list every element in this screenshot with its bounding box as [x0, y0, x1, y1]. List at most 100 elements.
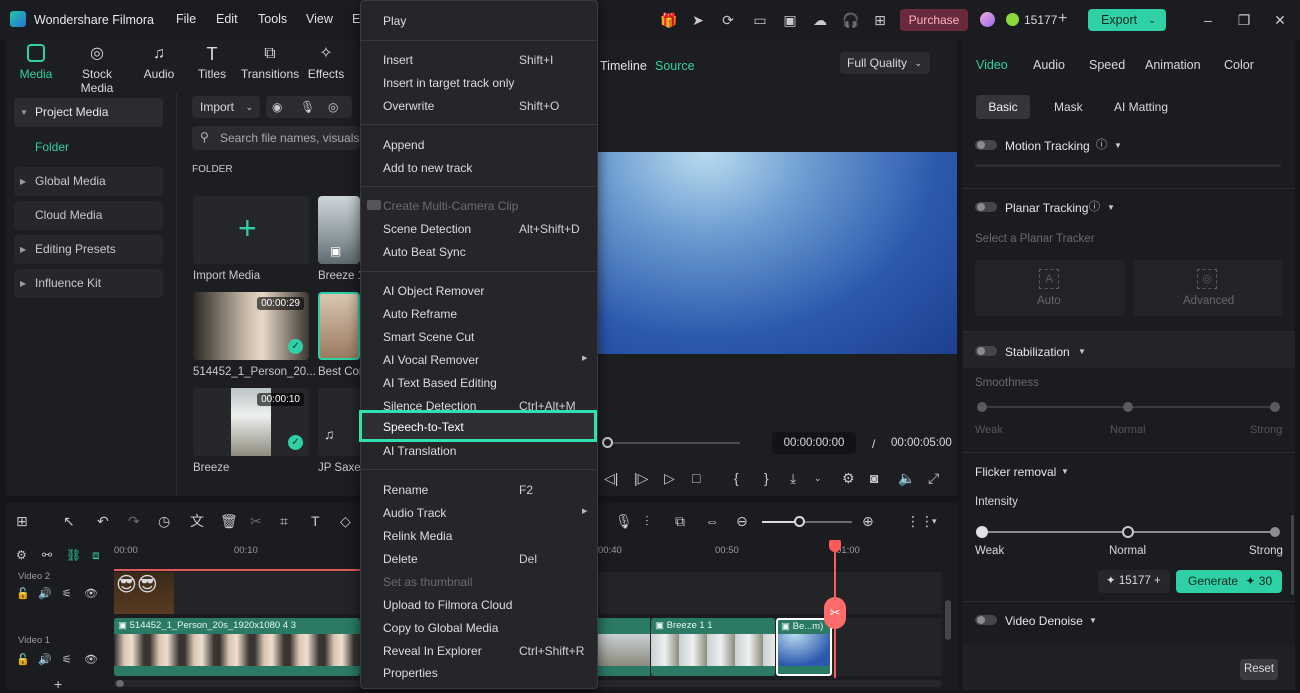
menu-item-overwrite[interactable]: Overwrite [383, 99, 434, 113]
menu-item-delete[interactable]: Delete [383, 552, 418, 566]
eye-icon[interactable]: 👁 [84, 653, 98, 666]
caret-down-icon[interactable]: ▼ [1089, 613, 1097, 629]
tab-source[interactable]: Source [655, 59, 695, 73]
help-icon[interactable]: ⓘ [1089, 199, 1100, 215]
reset-button[interactable]: Reset [1240, 659, 1278, 680]
chevron-down-icon[interactable]: ⌄ [814, 470, 822, 486]
intensity-stop-strong[interactable] [1270, 527, 1280, 537]
previous-frame-icon[interactable]: ◁| [604, 470, 618, 486]
menu-item-ai-object-remover[interactable]: AI Object Remover [383, 284, 484, 298]
smoothness-stop-weak[interactable] [977, 402, 987, 412]
menu-item-ai-text-editing[interactable]: AI Text Based Editing [383, 376, 497, 390]
playback-scrubber[interactable] [606, 442, 740, 444]
menu-item-auto-reframe[interactable]: Auto Reframe [383, 307, 457, 321]
menu-item-add-new-track[interactable]: Add to new track [383, 161, 472, 175]
menu-item-speech-to-text[interactable]: Speech-to-Text [359, 410, 597, 442]
tab-titles[interactable]: T Titles [192, 44, 232, 81]
menu-item-copy-global-media[interactable]: Copy to Global Media [383, 621, 498, 635]
properties-scrollbar[interactable] [1291, 515, 1294, 595]
grid-icon[interactable]: ⊞ [872, 12, 888, 28]
menu-item-rename[interactable]: Rename [383, 483, 428, 497]
tab-animation[interactable]: Animation [1145, 58, 1201, 72]
search-box[interactable]: ⚲ Search file names, visuals, a [192, 126, 373, 150]
minimize-icon[interactable]: – [1200, 12, 1216, 28]
media-thumbnail[interactable]: ▣ [318, 196, 360, 264]
volume-icon[interactable]: 🔊 [38, 587, 52, 600]
play-icon[interactable]: ▷ [664, 470, 675, 486]
split-scissors-icon[interactable]: ✂ [824, 597, 846, 629]
text-ai-icon[interactable]: 文 [190, 513, 204, 529]
lock-icon[interactable]: 🔓 [16, 587, 30, 600]
unlink-icon[interactable]: ⚯ [42, 547, 52, 563]
snapshot-icon[interactable]: ◙ [870, 470, 878, 486]
menu-item-reveal-explorer[interactable]: Reveal In Explorer [383, 644, 482, 658]
tab-speed[interactable]: Speed [1089, 58, 1125, 72]
media-thumbnail[interactable]: 00:00:10 ✓ [193, 388, 309, 456]
text-icon[interactable]: T [311, 513, 320, 529]
sidebar-item-project-media[interactable]: ▼ Project Media [14, 98, 163, 127]
smoothness-stop-strong[interactable] [1270, 402, 1280, 412]
menu-item-scene-detection[interactable]: Scene Detection [383, 222, 471, 236]
zoom-in-icon[interactable]: ⊕ [862, 513, 874, 529]
menu-item-ai-vocal-remover[interactable]: AI Vocal Remover [383, 353, 479, 367]
link-icon[interactable]: ⛓ [66, 547, 81, 563]
zoom-slider-track[interactable] [762, 521, 852, 523]
sidebar-item-folder[interactable]: Folder [35, 140, 69, 154]
import-media-tile[interactable]: + [193, 196, 309, 264]
smoothness-stop-normal[interactable] [1123, 402, 1133, 412]
scrollbar-thumb[interactable] [116, 680, 124, 687]
microphone-icon[interactable]: 🎙 [300, 99, 315, 115]
play-frame-icon[interactable]: |▷ [634, 470, 648, 486]
tab-effects[interactable]: ✧ Effects [306, 44, 346, 81]
chevron-down-icon[interactable]: ▾ [932, 513, 937, 529]
gift-icon[interactable]: 🎁 [660, 12, 677, 28]
timeline-vertical-scrollbar[interactable] [945, 600, 951, 640]
video-clip-selected[interactable]: ▣ Be...m) [776, 618, 832, 676]
speed-ramp-icon[interactable]: ◷ [158, 513, 170, 529]
tab-audio[interactable]: ♫ Audio [140, 44, 178, 81]
track-layout-icon[interactable]: ⋮⋮ [906, 513, 934, 529]
planar-tracking-toggle[interactable] [975, 202, 997, 212]
undo-icon[interactable]: ↶ [97, 513, 109, 529]
zoom-out-icon[interactable]: ⊖ [736, 513, 748, 529]
video-denoise-toggle[interactable] [975, 615, 997, 625]
sticker-clip[interactable]: 😎😎 [114, 572, 174, 614]
record-screen-icon[interactable]: ◉ [272, 99, 282, 115]
motion-tracking-toggle[interactable] [975, 140, 997, 150]
maximize-icon[interactable]: ❐ [1236, 12, 1252, 28]
menu-item-properties[interactable]: Properties [383, 666, 438, 680]
planar-auto-button[interactable]: A Auto [975, 260, 1125, 316]
menu-edit[interactable]: Edit [216, 12, 238, 26]
stop-icon[interactable]: □ [692, 470, 700, 486]
menu-tools[interactable]: Tools [258, 12, 287, 26]
select-arrow-icon[interactable]: ↖ [63, 513, 75, 529]
auto-caption-icon[interactable]: ⧉ [675, 513, 685, 529]
scissors-icon[interactable]: ✂ [250, 513, 262, 529]
volume-icon[interactable]: 🔊 [38, 653, 52, 666]
eye-icon[interactable]: 👁 [84, 587, 98, 600]
send-icon[interactable]: ➤ [690, 12, 706, 28]
microphone-icon[interactable]: 🎙 [615, 513, 633, 529]
caret-down-icon[interactable]: ▼ [1114, 138, 1122, 154]
cloud-icon[interactable]: ☁ [812, 12, 828, 28]
mute-icon[interactable]: ⚟ [62, 587, 72, 600]
purchase-button[interactable]: Purchase [900, 9, 968, 31]
menu-item-relink-media[interactable]: Relink Media [383, 529, 452, 543]
crop-icon[interactable]: ⌗ [280, 513, 288, 529]
zoom-slider-handle[interactable] [794, 516, 805, 527]
search-input[interactable]: Search file names, visuals, a [220, 131, 373, 145]
menu-item-play[interactable]: Play [383, 14, 406, 28]
mute-icon[interactable]: ⚟ [62, 653, 72, 666]
menu-item-ai-translation[interactable]: AI Translation [383, 444, 456, 458]
video-clip[interactable]: ▣ Breeze 1 1 [651, 618, 775, 676]
audio-mixer-icon[interactable]: ⫶ [645, 513, 649, 529]
sidebar-item-global-media[interactable]: ▶ Global Media [14, 167, 163, 196]
menu-view[interactable]: View [306, 12, 333, 26]
media-thumbnail[interactable]: 00:00:29 ✓ [193, 292, 309, 360]
shape-icon[interactable]: ◇ [340, 513, 351, 529]
tab-transitions[interactable]: ⧉ Transitions [240, 44, 300, 81]
save-icon[interactable]: ▣ [782, 12, 798, 28]
menu-file[interactable]: File [176, 12, 196, 26]
tab-video[interactable]: Video [976, 58, 1008, 72]
sync-icon[interactable]: ⟳ [720, 12, 736, 28]
